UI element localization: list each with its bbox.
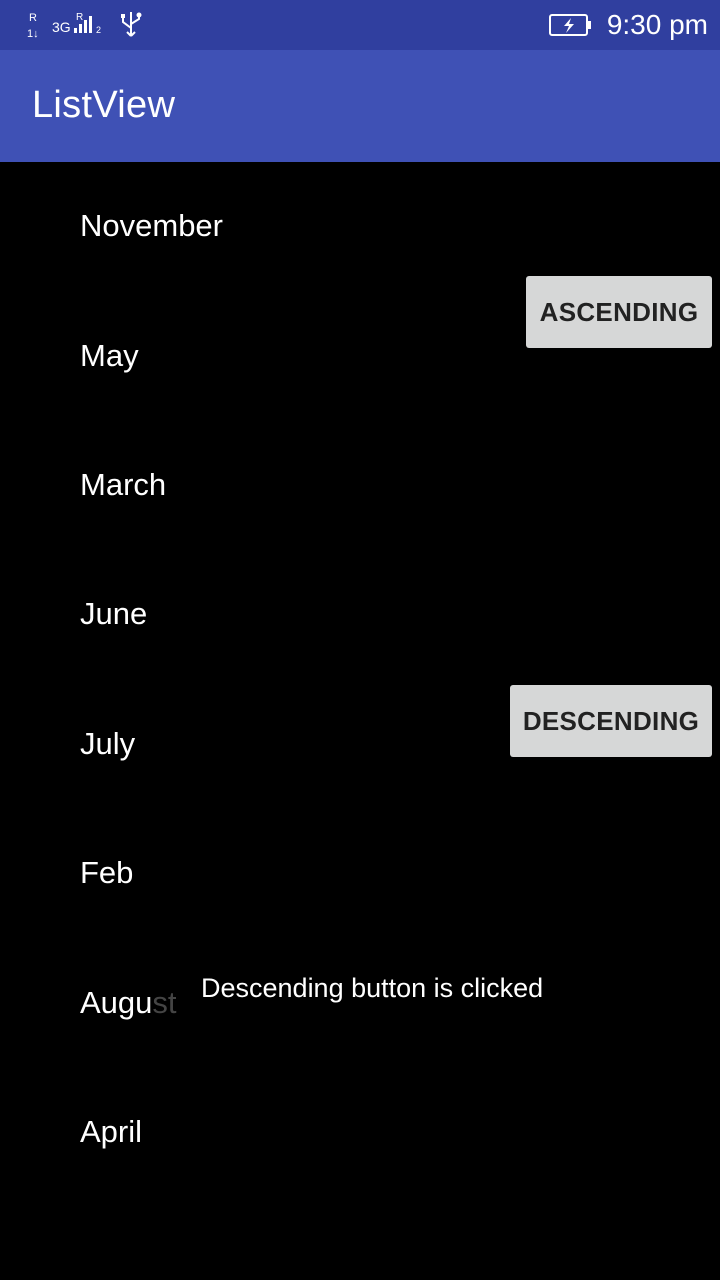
list-item[interactable]: November xyxy=(80,206,223,246)
list-item-label-faded: st xyxy=(152,985,177,1020)
list-item-label: Augu xyxy=(80,985,153,1020)
svg-text:R: R xyxy=(76,12,83,23)
app-bar: ListView xyxy=(0,50,720,162)
svg-text:2: 2 xyxy=(96,25,101,35)
list-item-label: June xyxy=(80,596,148,631)
status-left-icons: R 1↓ 3G R 2 xyxy=(26,10,144,40)
usb-icon xyxy=(121,12,142,37)
toast-message: Descending button is clicked xyxy=(201,973,544,1003)
main-content: November May March June July Feb August … xyxy=(0,162,720,1280)
list-item[interactable]: July xyxy=(80,724,135,764)
list-item[interactable]: April xyxy=(80,1112,142,1152)
roaming-data-icon: R 1↓ xyxy=(27,12,39,40)
list-item[interactable]: August xyxy=(80,983,177,1023)
list-item-label: March xyxy=(80,467,167,502)
status-time: 9:30 pm xyxy=(606,9,708,40)
signal-3g-icon: 3G R 2 xyxy=(52,12,101,35)
list-item[interactable]: June xyxy=(80,594,147,634)
svg-text:1↓: 1↓ xyxy=(27,28,39,40)
list-item[interactable]: May xyxy=(80,336,139,376)
list-item-label: April xyxy=(80,1114,143,1149)
battery-charging-icon xyxy=(548,14,591,36)
page-title: ListView xyxy=(32,84,176,126)
ascending-button[interactable]: ASCENDING xyxy=(526,276,712,348)
list-item-label: November xyxy=(80,208,223,243)
list-item-label: May xyxy=(80,338,139,373)
svg-text:3G: 3G xyxy=(52,19,71,35)
list-item[interactable]: March xyxy=(80,465,166,505)
status-right-icons: 9:30 pm xyxy=(548,8,708,42)
list-item-label: July xyxy=(80,726,136,761)
status-bar: R 1↓ 3G R 2 9:30 pm xyxy=(0,0,720,50)
descending-button[interactable]: DESCENDING xyxy=(510,685,712,757)
list-item-label: Feb xyxy=(80,855,134,890)
svg-text:R: R xyxy=(29,12,37,24)
list-item[interactable]: Feb xyxy=(80,853,133,893)
